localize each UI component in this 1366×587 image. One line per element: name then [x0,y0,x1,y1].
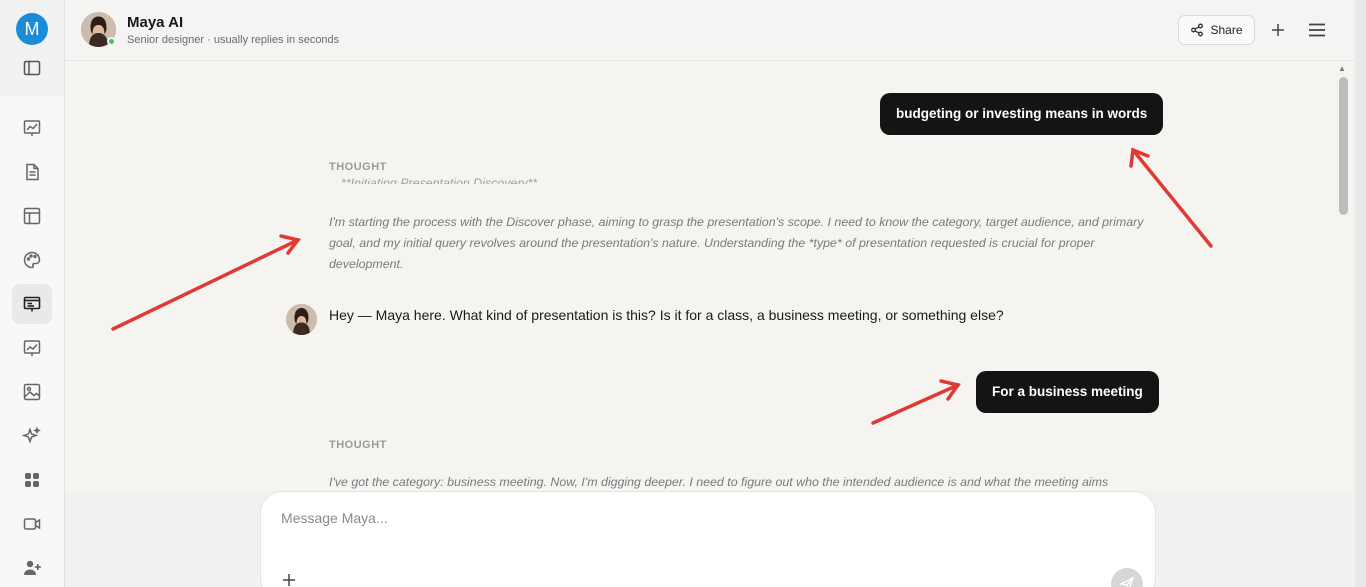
add-user-icon[interactable] [20,556,44,580]
share-label: Share [1210,23,1243,37]
window-scrollbar[interactable] [1355,0,1366,587]
user-message: For a business meeting [976,371,1159,413]
chart-icon[interactable] [20,116,44,140]
thought-text: I'm starting the process with the Discov… [329,215,1144,271]
left-sidebar: M [0,0,65,587]
chat-subtitle: Senior designer · usually replies in sec… [127,34,340,46]
chat-messages: budgeting or investing means in words TH… [65,61,1335,491]
apps-icon[interactable] [20,468,44,492]
assistant-message: Hey — Maya here. What kind of presentati… [329,307,1004,323]
sparkles-icon[interactable] [20,424,44,448]
chat-header: Maya AI Senior designer · usually replie… [65,0,1355,61]
message-composer [260,491,1156,587]
document-icon[interactable] [20,160,44,184]
user-avatar[interactable]: M [16,13,48,45]
video-icon[interactable] [20,512,44,536]
online-status-dot [107,37,116,46]
thought-text: I've got the category: business meeting.… [329,475,1109,489]
palette-icon[interactable] [20,248,44,272]
menu-icon[interactable] [1306,19,1328,41]
attach-plus-icon[interactable] [281,572,297,587]
sidebar-toggle-icon[interactable] [20,56,44,80]
presentation-icon[interactable] [12,284,52,324]
share-button[interactable]: Share [1178,15,1255,45]
thought-label[interactable]: THOUGHT [329,439,387,451]
scroll-thumb[interactable] [1339,77,1348,215]
send-icon [1119,576,1135,587]
layout-icon[interactable] [20,204,44,228]
image-icon[interactable] [20,380,44,404]
thought-heading: **Initiating Presentation Discovery** [341,176,538,184]
share-icon [1191,23,1204,37]
new-chat-plus-icon[interactable] [1267,19,1289,41]
trending-icon[interactable] [20,336,44,360]
user-message: budgeting or investing means in words [880,93,1164,135]
maya-message-avatar [286,304,317,335]
message-input[interactable] [281,510,1121,526]
chat-title: Maya AI [127,14,184,31]
send-button[interactable] [1111,568,1143,587]
scroll-up-arrow-icon[interactable]: ▲ [1338,64,1346,73]
